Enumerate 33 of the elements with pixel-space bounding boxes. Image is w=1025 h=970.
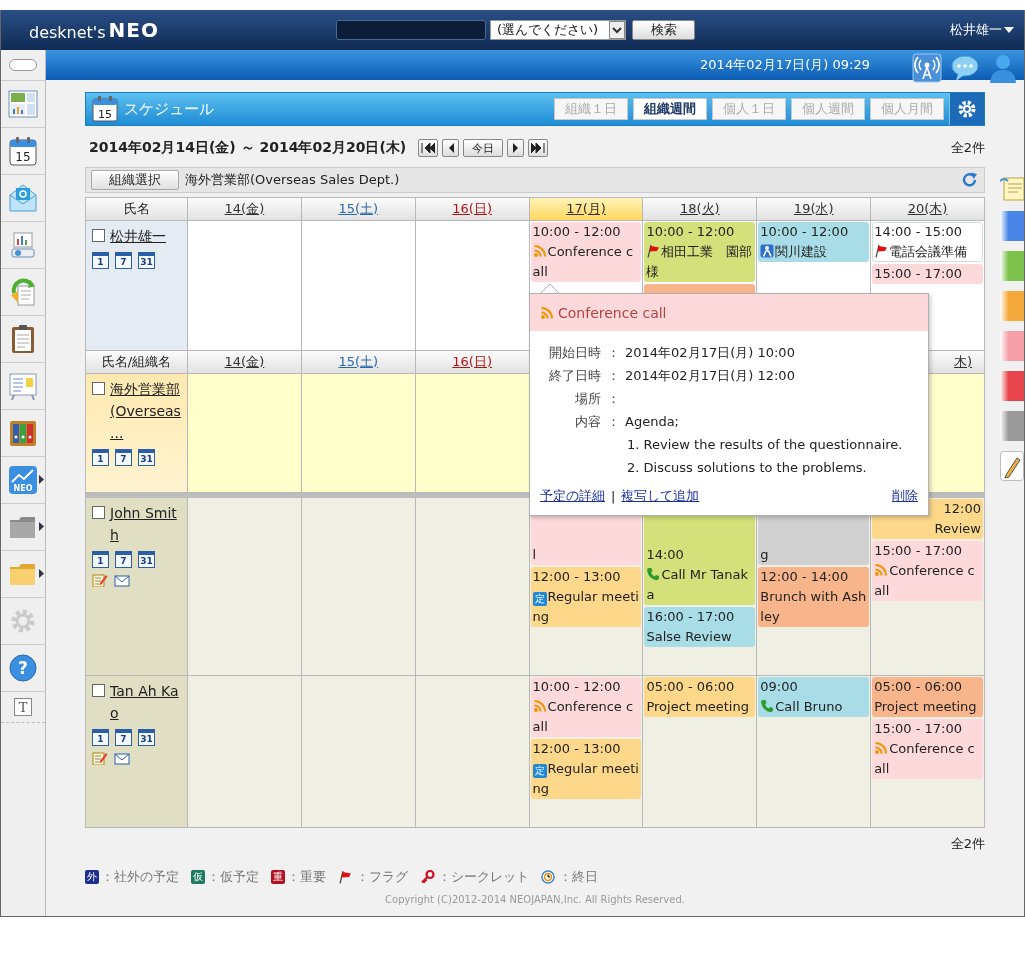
- field-label: 内容: [574, 413, 601, 431]
- legend-label: ：フラグ: [356, 868, 408, 886]
- organization-name: 海外営業部(Overseas Sales Dept.): [185, 171, 400, 189]
- field-separator: ：: [605, 390, 621, 408]
- field-label: 終了日時: [548, 367, 601, 385]
- result-count: 全2件: [950, 139, 985, 157]
- logo-text: desknet's: [29, 23, 106, 42]
- legend-label: ：シークレット: [438, 868, 529, 886]
- field-value: 2014年02月17日(月) 12:00: [625, 367, 795, 385]
- column-header: 氏名/組織名: [86, 351, 188, 374]
- legend-label: ：仮予定: [207, 868, 259, 886]
- field-value: Agenda;: [625, 413, 680, 431]
- app-title: スケジュール: [124, 99, 214, 119]
- legend-label: ：重要: [287, 868, 326, 886]
- regular-tag: 定: [532, 764, 547, 778]
- column-header: 氏名: [86, 198, 188, 221]
- field-separator: ：: [605, 413, 621, 431]
- field-separator: ：: [605, 367, 621, 385]
- logo-text: NEO: [108, 18, 159, 42]
- copyright: Copyright (C)2012-2014 NEOJAPAN,Inc. All Rights Reserved.: [385, 894, 685, 905]
- field-value: 2. Discuss solutions to the problems.: [626, 459, 868, 477]
- legend-tag: 外: [85, 870, 99, 884]
- date-range: 2014年02月14日(金) ～ 2014年02月20日(木): [88, 139, 408, 157]
- legend-label: ：終日: [559, 868, 598, 886]
- field-label: 場所: [574, 390, 601, 408]
- legend-tag: 仮: [191, 870, 205, 884]
- field-value: 1. Review the results of the questionnaire.: [626, 436, 903, 454]
- regular-tag: 定: [532, 592, 547, 606]
- date-time: 2014年02月17日(月) 09:29: [700, 56, 870, 74]
- result-count: 全2件: [950, 835, 985, 853]
- calendar-icon: 15: [92, 96, 118, 122]
- legend-tag: 重: [271, 870, 285, 884]
- legend-label: ：社外の予定: [101, 868, 179, 886]
